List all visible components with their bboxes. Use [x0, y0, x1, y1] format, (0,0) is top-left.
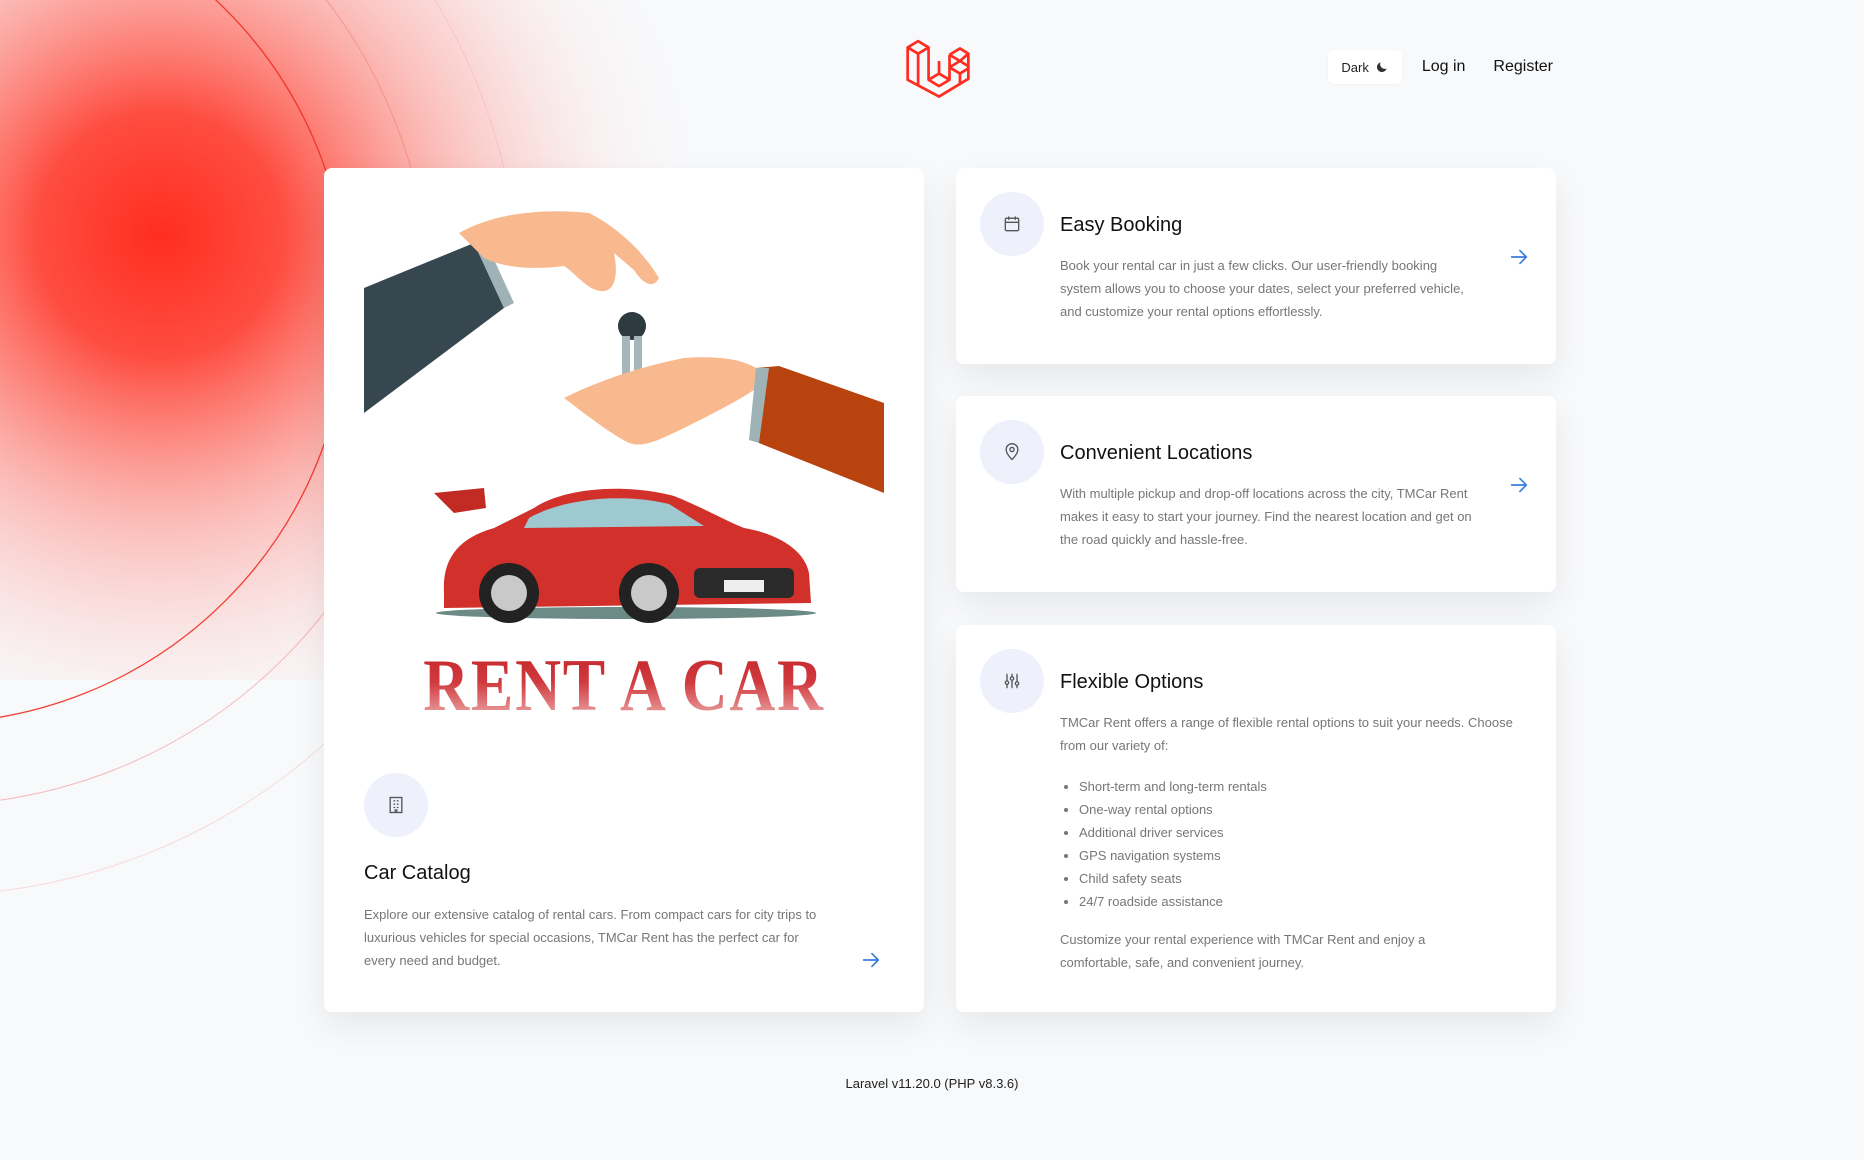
moon-icon — [1376, 62, 1387, 73]
map-pin-icon — [1005, 443, 1019, 461]
top-nav: Dark Log in Register — [1328, 50, 1557, 84]
list-item: Short-term and long-term rentals — [1079, 775, 1267, 798]
catalog-title: Car Catalog — [364, 862, 471, 884]
arrow-right-icon[interactable] — [860, 949, 882, 971]
booking-icon-circle — [980, 192, 1044, 256]
arrow-right-icon[interactable] — [1508, 246, 1530, 268]
car-catalog-card[interactable]: RENT A CAR Car Catalog Explore our exten… — [324, 168, 924, 1012]
list-item: 24/7 roadside assistance — [1079, 890, 1267, 913]
calendar-icon — [1004, 216, 1020, 232]
booking-description: Book your rental car in just a few click… — [1060, 258, 1464, 319]
list-item: One-way rental options — [1079, 798, 1267, 821]
login-link[interactable]: Log in — [1418, 54, 1470, 80]
flexible-options-card: Flexible Options TMCar Rent offers a ran… — [956, 625, 1556, 1012]
options-icon-circle — [980, 649, 1044, 713]
arrow-right-icon[interactable] — [1508, 474, 1530, 496]
convenient-locations-card[interactable]: Convenient Locations With multiple picku… — [956, 396, 1556, 592]
options-list: Short-term and long-term rentals One-way… — [1060, 775, 1267, 913]
catalog-description: Explore our extensive catalog of rental … — [364, 907, 817, 968]
locations-icon-circle — [980, 420, 1044, 484]
background-decoration — [0, 0, 760, 892]
options-outro: Customize your rental experience with TM… — [1060, 932, 1426, 970]
rent-a-car-title: RENT A CAR — [400, 644, 847, 718]
car-keys-illustration — [364, 211, 884, 623]
register-link[interactable]: Register — [1489, 54, 1557, 80]
building-icon — [389, 796, 403, 814]
rent-a-car-image: RENT A CAR — [364, 208, 884, 718]
sliders-icon — [1004, 673, 1020, 689]
list-item: Additional driver services — [1079, 821, 1267, 844]
locations-description: With multiple pickup and drop-off locati… — [1060, 486, 1472, 547]
easy-booking-card[interactable]: Easy Booking Book your rental car in jus… — [956, 168, 1556, 364]
theme-toggle[interactable]: Dark — [1328, 50, 1402, 84]
theme-toggle-label: Dark — [1341, 59, 1369, 75]
list-item: GPS navigation systems — [1079, 844, 1267, 867]
options-title: Flexible Options — [1060, 671, 1204, 693]
locations-title: Convenient Locations — [1060, 442, 1253, 464]
list-item: Child safety seats — [1079, 867, 1267, 890]
options-intro: TMCar Rent offers a range of flexible re… — [1060, 715, 1513, 753]
version-footer: Laravel v11.20.0 (PHP v8.3.6) — [845, 1076, 1019, 1091]
booking-title: Easy Booking — [1060, 214, 1183, 236]
catalog-icon-circle — [364, 773, 428, 837]
laravel-logo[interactable] — [905, 38, 971, 106]
